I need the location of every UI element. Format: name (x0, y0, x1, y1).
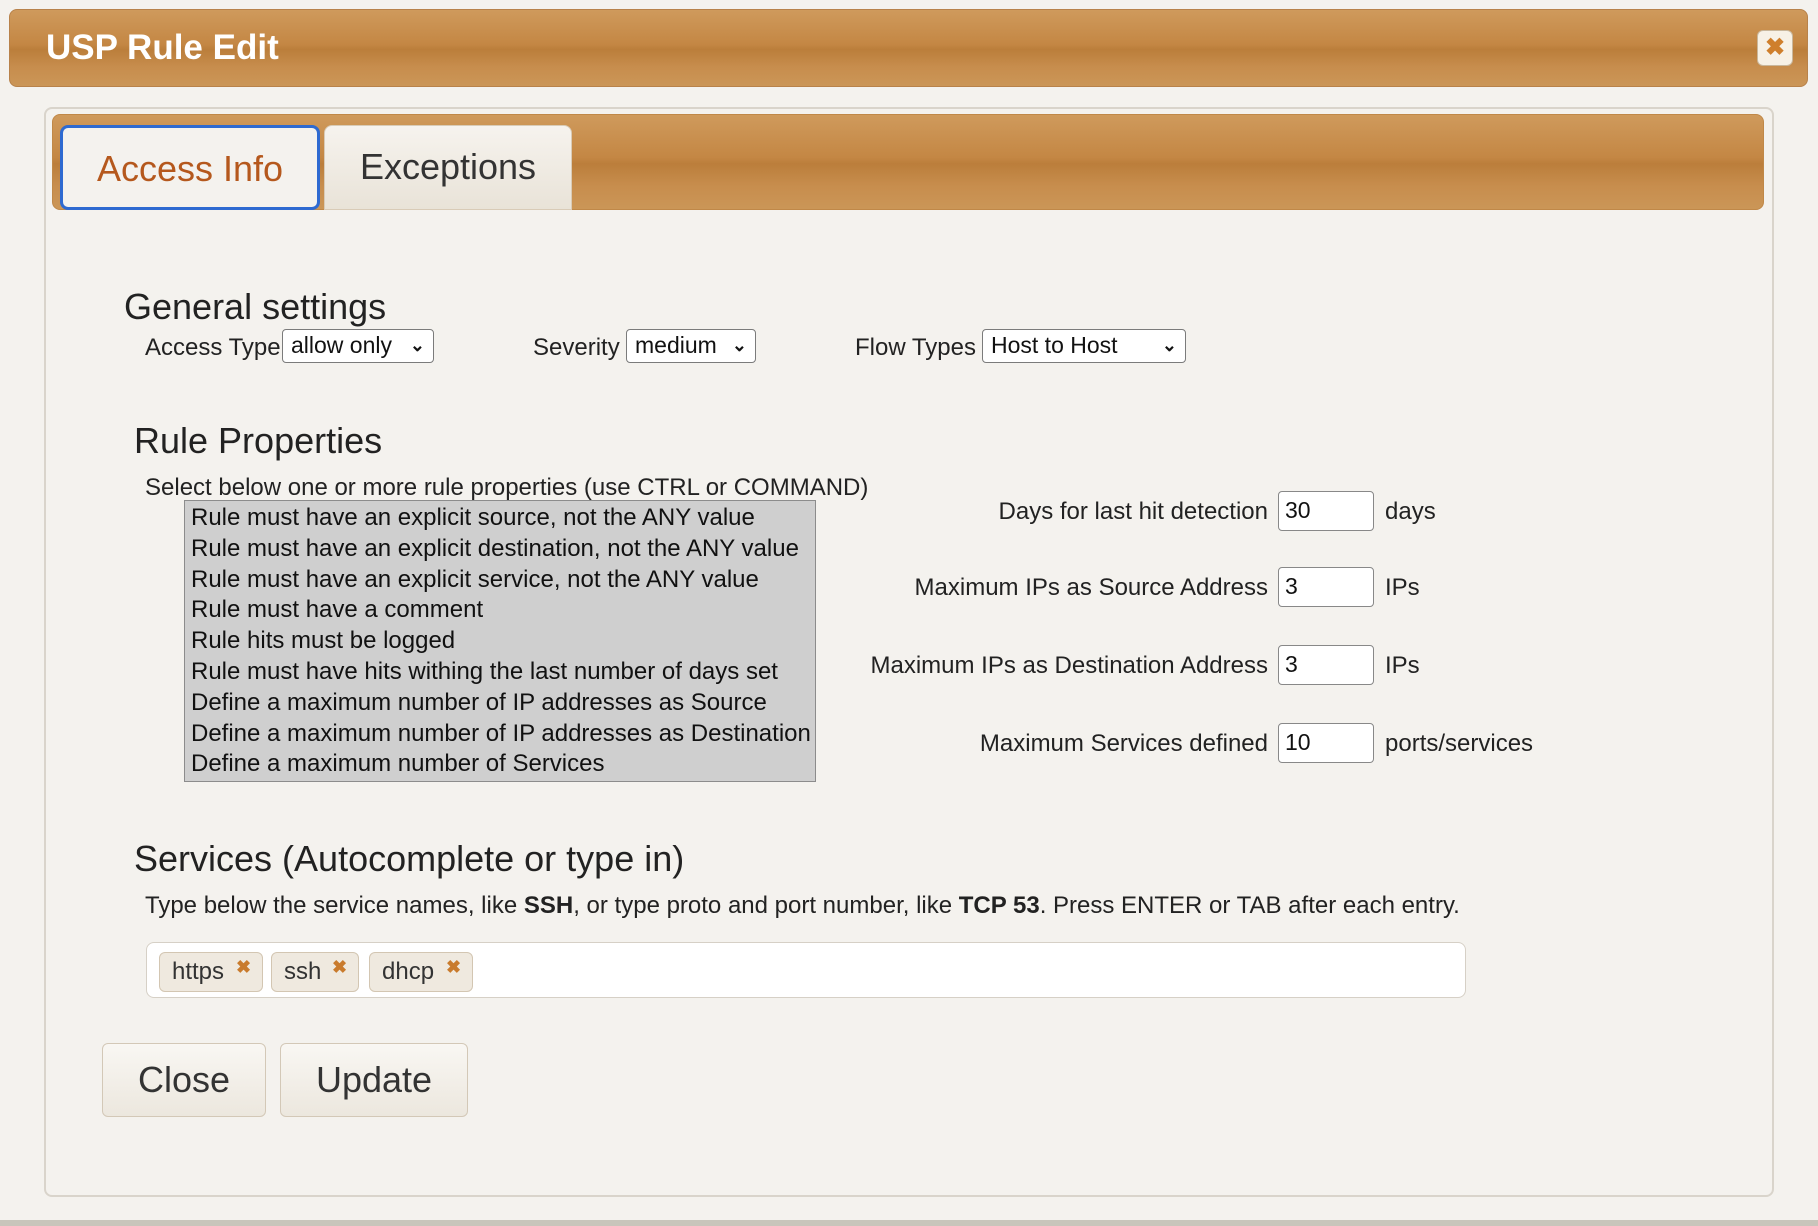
dialog-titlebar: USP Rule Edit ✖ (9, 9, 1808, 87)
list-item[interactable]: Rule must have a comment (185, 595, 815, 626)
list-item[interactable]: Define a maximum number of Services (185, 749, 815, 780)
general-settings-heading: General settings (124, 286, 387, 327)
tab-access-info[interactable]: Access Info (60, 125, 320, 210)
tab-exceptions[interactable]: Exceptions (324, 125, 572, 210)
rule-properties-listbox[interactable]: Rule must have an explicit source, not t… (184, 500, 816, 782)
update-button[interactable]: Update (280, 1043, 468, 1117)
list-item[interactable]: Rule hits must be logged (185, 626, 815, 657)
remove-tag-icon[interactable]: ✖ (446, 949, 461, 986)
list-item[interactable]: Rule must have an explicit source, not t… (185, 503, 815, 534)
list-item[interactable]: Rule must have an explicit service, not … (185, 565, 815, 596)
list-item[interactable]: Define a maximum number of IP addresses … (185, 719, 815, 750)
max-services-label: Maximum Services defined (979, 730, 1268, 757)
max-services-input[interactable]: 10 (1278, 723, 1374, 763)
service-tag-label: https (172, 958, 225, 985)
services-input[interactable]: https ✖ ssh ✖ dhcp ✖ (146, 942, 1466, 998)
service-tag-label: dhcp (382, 958, 435, 985)
max-services-unit: ports/services (1385, 730, 1534, 757)
chevron-down-icon: ⌄ (1161, 335, 1177, 355)
days-last-hit-unit: days (1385, 498, 1436, 525)
close-icon[interactable]: ✖ (1757, 30, 1793, 66)
service-tag-label: ssh (284, 958, 322, 985)
services-heading: Services (Autocomplete or type in) (134, 838, 685, 879)
service-tag: https ✖ (159, 952, 263, 992)
severity-label: Severity (533, 334, 620, 361)
max-dest-ips-unit: IPs (1385, 652, 1420, 679)
list-item[interactable]: Rule must have an explicit destination, … (185, 534, 815, 565)
chevron-down-icon: ⌄ (731, 335, 747, 355)
severity-value: medium (635, 332, 717, 358)
dialog-title: USP Rule Edit (46, 28, 279, 67)
access-type-value: allow only (291, 332, 392, 358)
window-bottom-edge (0, 1220, 1818, 1226)
rule-properties-instruction: Select below one or more rule properties… (145, 474, 869, 501)
chevron-down-icon: ⌄ (409, 335, 425, 355)
max-source-ips-unit: IPs (1385, 574, 1420, 601)
days-last-hit-input[interactable]: 30 (1278, 491, 1374, 531)
list-item[interactable]: Define a maximum number of IP addresses … (185, 688, 815, 719)
access-type-label: Access Type (145, 334, 281, 361)
service-tag: dhcp ✖ (369, 952, 473, 992)
service-tag: ssh ✖ (271, 952, 359, 992)
remove-tag-icon[interactable]: ✖ (332, 949, 347, 986)
remove-tag-icon[interactable]: ✖ (236, 949, 251, 986)
services-hint: Type below the service names, like SSH, … (145, 892, 1460, 919)
rule-properties-heading: Rule Properties (134, 420, 383, 461)
days-last-hit-label: Days for last hit detection (998, 498, 1268, 525)
max-source-ips-label: Maximum IPs as Source Address (914, 574, 1268, 601)
close-button[interactable]: Close (102, 1043, 266, 1117)
max-dest-ips-label: Maximum IPs as Destination Address (870, 652, 1269, 679)
severity-select[interactable]: medium ⌄ (626, 329, 756, 363)
flow-types-value: Host to Host (991, 332, 1118, 358)
flow-types-label: Flow Types (855, 334, 976, 361)
flow-types-select[interactable]: Host to Host ⌄ (982, 329, 1186, 363)
list-item[interactable]: Rule must have hits withing the last num… (185, 657, 815, 688)
max-source-ips-input[interactable]: 3 (1278, 567, 1374, 607)
access-type-select[interactable]: allow only ⌄ (282, 329, 434, 363)
max-dest-ips-input[interactable]: 3 (1278, 645, 1374, 685)
